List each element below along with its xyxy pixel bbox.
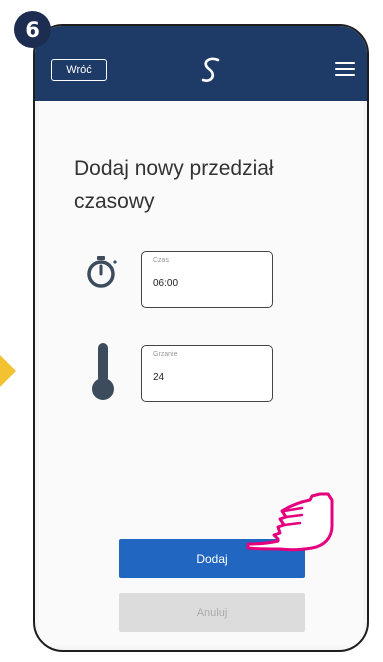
- back-button[interactable]: Wróć: [51, 59, 107, 81]
- timer-icon: [87, 256, 117, 288]
- menu-icon[interactable]: [335, 62, 355, 78]
- page-title: Dodaj nowy przedział czasowy: [74, 157, 274, 213]
- time-field-label: Czas: [153, 257, 169, 264]
- heating-field-label: Grzanie: [153, 351, 178, 358]
- app-header: Wróć: [35, 26, 367, 101]
- step-number-badge: 6: [14, 11, 51, 48]
- arrow-hint-icon: [0, 355, 16, 387]
- time-field-value: 06:00: [153, 278, 179, 289]
- heating-field-value: 24: [153, 372, 165, 383]
- heating-field[interactable]: Grzanie 24: [141, 345, 273, 402]
- logo-icon: [201, 57, 220, 82]
- cancel-button[interactable]: Anuluj: [119, 593, 305, 632]
- thermometer-icon: [92, 343, 114, 400]
- time-field[interactable]: Czas 06:00: [141, 251, 273, 308]
- pointing-hand-icon: [246, 492, 334, 552]
